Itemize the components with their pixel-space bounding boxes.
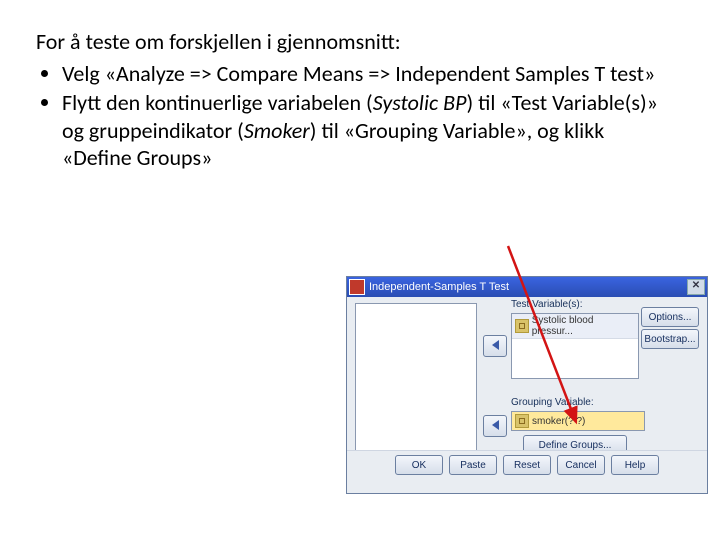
slide-text-block: For å teste om forskjellen i gjennomsnit… — [36, 28, 666, 174]
bullet-2-var1: Systolic BP — [373, 89, 467, 116]
reset-button[interactable]: Reset — [503, 455, 551, 475]
reset-label: Reset — [514, 460, 540, 471]
intro-line: For å teste om forskjellen i gjennomsnit… — [36, 28, 666, 56]
ok-button[interactable]: OK — [395, 455, 443, 475]
cancel-button[interactable]: Cancel — [557, 455, 605, 475]
spss-dialog: Independent-Samples T Test ✕ Test Variab… — [346, 276, 708, 494]
options-button[interactable]: Options... — [641, 307, 699, 327]
arrow-left-icon — [492, 340, 499, 350]
bullet-2: Flytt den kontinuerlige variabelen (Syst… — [62, 89, 666, 172]
help-label: Help — [625, 460, 646, 471]
list-item-label: Systolic blood pressur... — [532, 315, 635, 337]
bullet-2-a: Flytt den kontinuerlige variabelen ( — [62, 89, 373, 116]
help-button[interactable]: Help — [611, 455, 659, 475]
bootstrap-label: Bootstrap... — [644, 334, 695, 345]
bullet-list: Velg «Analyze => Compare Means => Indepe… — [36, 60, 666, 172]
bullet-1: Velg «Analyze => Compare Means => Indepe… — [62, 60, 666, 88]
test-variables-label: Test Variable(s): — [511, 299, 583, 310]
paste-label: Paste — [460, 460, 486, 471]
grouping-variable-field[interactable]: smoker(? ?) — [511, 411, 645, 431]
move-to-grouping-button[interactable] — [483, 415, 507, 437]
ok-label: OK — [412, 460, 426, 471]
paste-button[interactable]: Paste — [449, 455, 497, 475]
grouping-variable-label: Grouping Variable: — [511, 397, 594, 408]
scale-var-icon — [515, 319, 529, 333]
source-variable-list[interactable] — [355, 303, 477, 455]
titlebar: Independent-Samples T Test ✕ — [347, 277, 707, 297]
options-label: Options... — [649, 312, 692, 323]
bullet-2-var2: Smoker — [244, 117, 310, 144]
dialog-footer: OK Paste Reset Cancel Help — [347, 450, 707, 479]
cancel-label: Cancel — [565, 460, 596, 471]
define-groups-label: Define Groups... — [539, 440, 612, 451]
move-to-test-button[interactable] — [483, 335, 507, 357]
dialog-body: Test Variable(s): Systolic blood pressur… — [347, 297, 707, 479]
arrow-left-icon — [492, 420, 499, 430]
grouping-value: smoker(? ?) — [532, 416, 585, 427]
test-variables-list[interactable]: Systolic blood pressur... — [511, 313, 639, 379]
bootstrap-button[interactable]: Bootstrap... — [641, 329, 699, 349]
list-item[interactable]: Systolic blood pressur... — [512, 314, 638, 339]
app-icon — [349, 279, 365, 295]
close-icon[interactable]: ✕ — [687, 279, 705, 295]
dialog-title: Independent-Samples T Test — [369, 281, 687, 293]
scale-var-icon — [515, 414, 529, 428]
bullet-1-text: Velg «Analyze => Compare Means => Indepe… — [62, 60, 655, 87]
